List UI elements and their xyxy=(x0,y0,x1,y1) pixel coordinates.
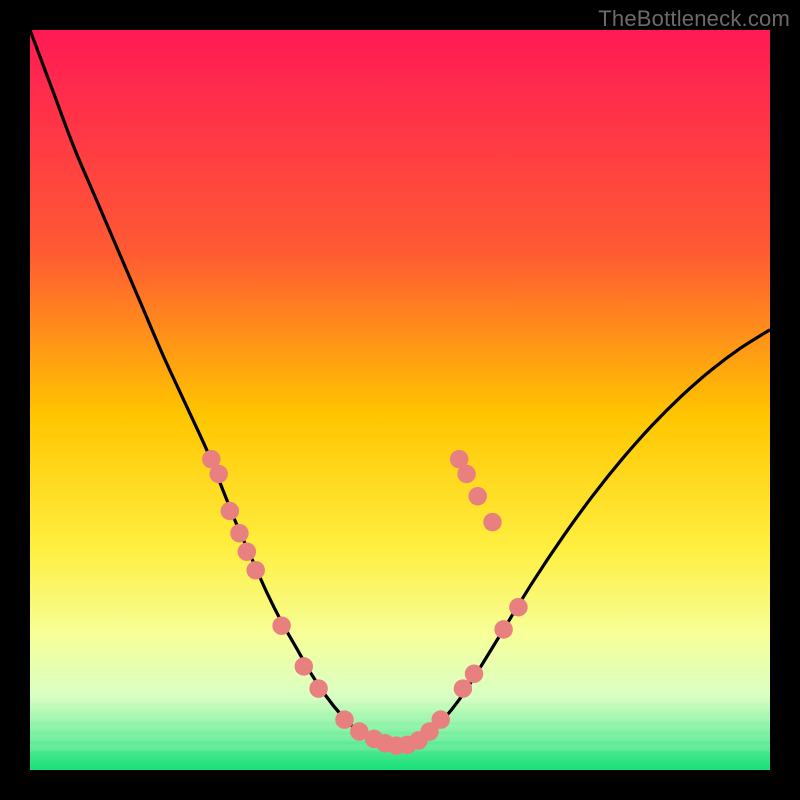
band-line xyxy=(30,715,770,722)
band-line xyxy=(30,696,770,703)
curve-marker xyxy=(221,502,240,521)
curve-marker xyxy=(272,616,291,635)
curve-marker xyxy=(468,487,487,506)
watermark-text: TheBottleneck.com xyxy=(598,6,790,32)
chart-svg xyxy=(30,30,770,770)
curve-marker xyxy=(238,542,257,561)
band-line xyxy=(30,706,770,713)
band-line xyxy=(30,652,770,659)
curve-marker xyxy=(465,665,484,684)
band-line xyxy=(30,725,770,732)
chart-frame: TheBottleneck.com xyxy=(0,0,800,800)
band-line xyxy=(30,685,770,692)
curve-marker xyxy=(246,561,265,580)
gradient-background xyxy=(30,30,770,770)
curve-marker xyxy=(431,710,450,729)
curve-marker xyxy=(509,598,528,617)
plot-area xyxy=(30,30,770,770)
band-line xyxy=(30,674,770,681)
curve-marker xyxy=(295,657,314,676)
bottom-band-group xyxy=(30,652,770,751)
curve-marker xyxy=(454,679,473,698)
curve-marker xyxy=(457,465,476,484)
curve-marker xyxy=(209,465,228,484)
curve-marker xyxy=(483,513,502,532)
band-line xyxy=(30,663,770,670)
curve-marker xyxy=(230,524,249,543)
curve-marker xyxy=(335,710,354,729)
curve-marker xyxy=(309,679,328,698)
curve-marker xyxy=(494,620,512,639)
